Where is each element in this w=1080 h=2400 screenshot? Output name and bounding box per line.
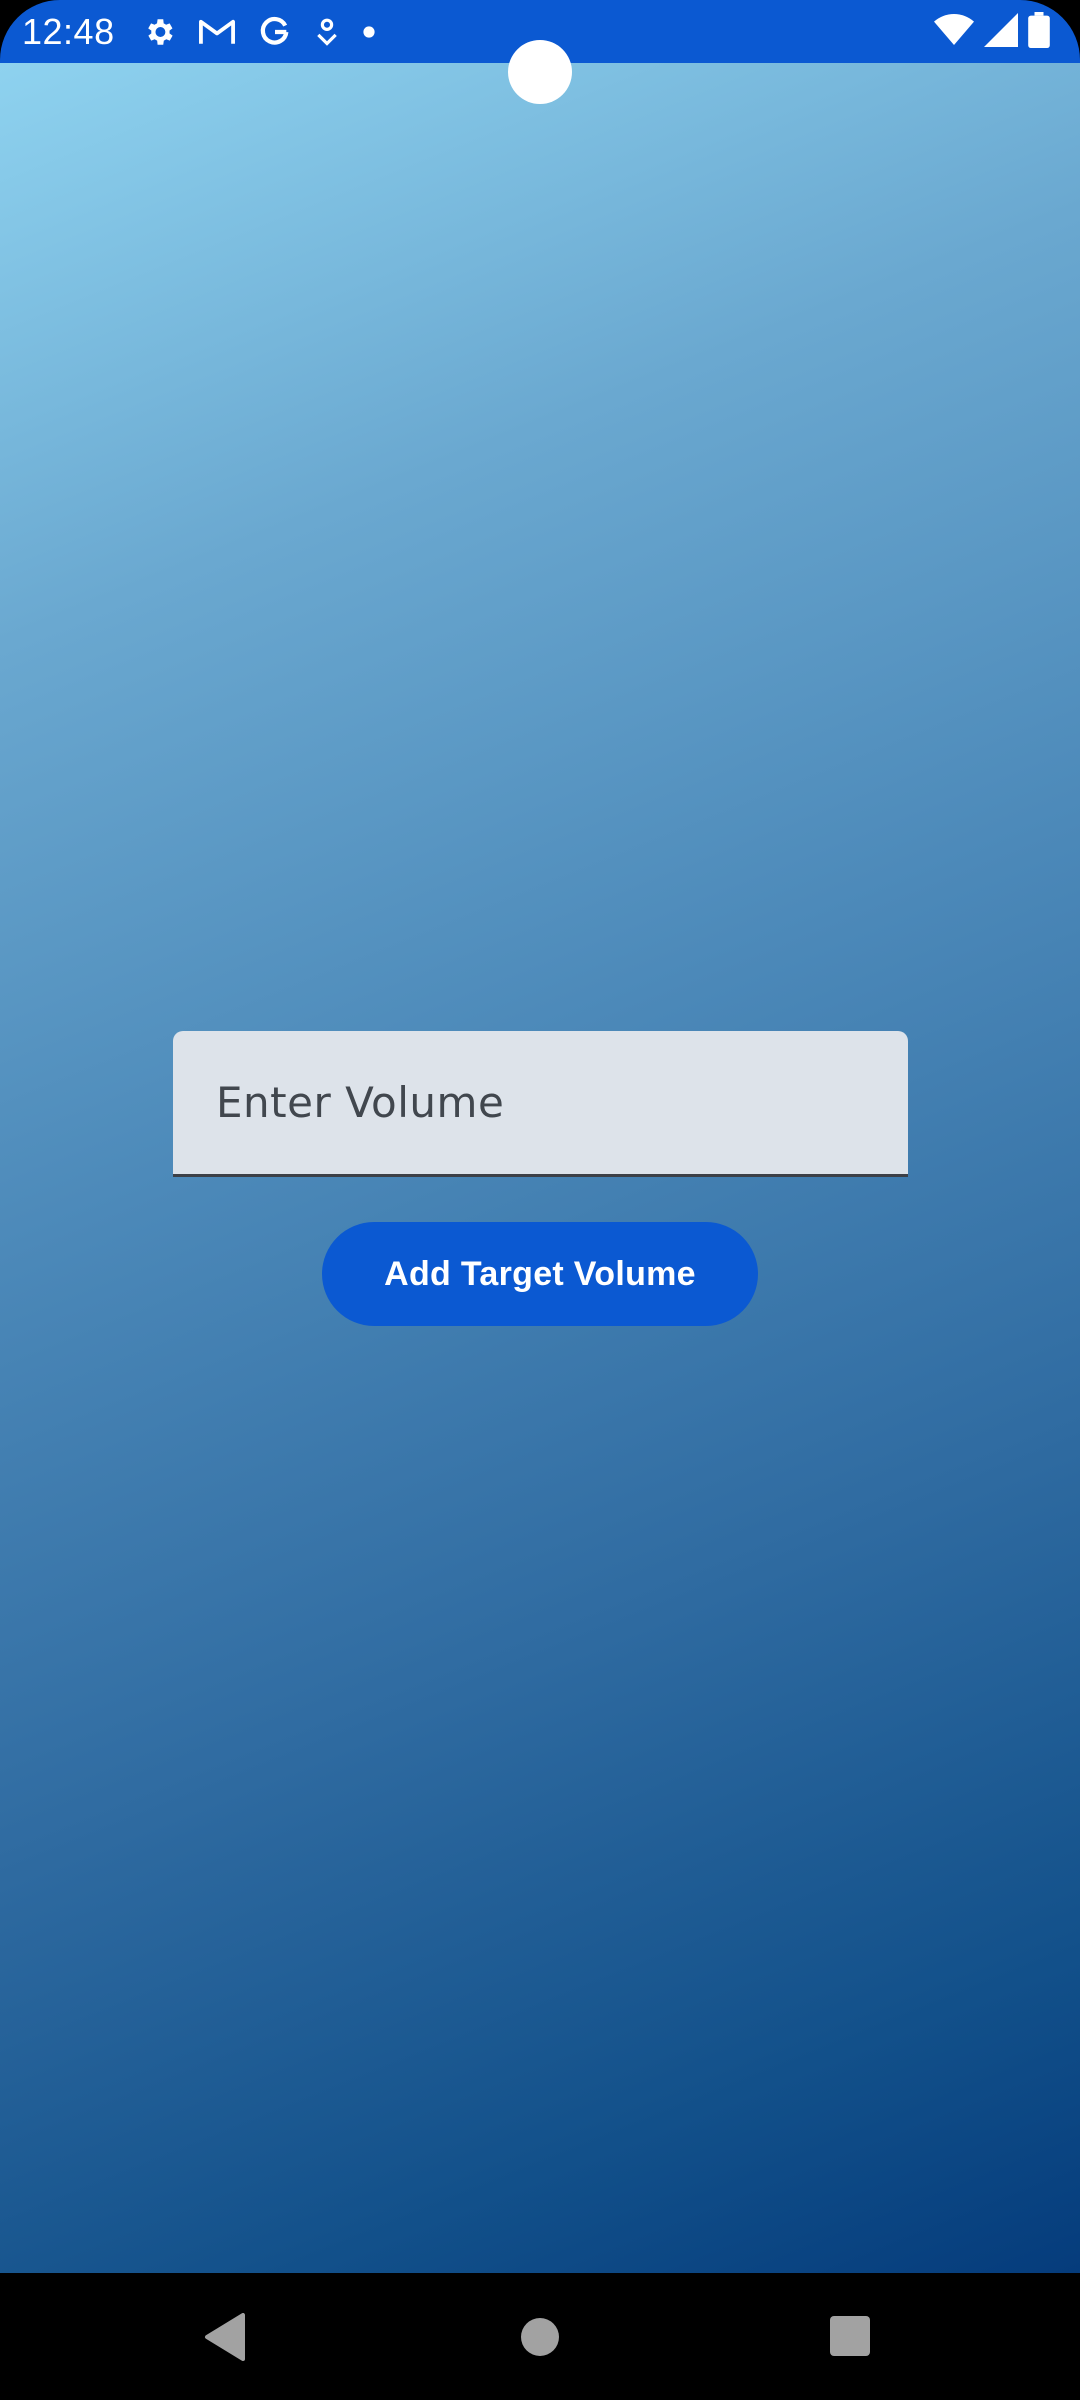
phone-screen: 12:48 Enter Volume Add Target Volume — [0, 0, 1080, 2400]
settings-icon — [142, 15, 176, 49]
recents-icon[interactable] — [830, 2316, 870, 2356]
location-pin-icon — [314, 16, 340, 48]
wifi-icon — [934, 13, 974, 52]
home-icon[interactable] — [521, 2318, 559, 2356]
gmail-icon — [198, 17, 236, 47]
back-icon[interactable] — [203, 2313, 247, 2366]
navigation-bar — [0, 2273, 1080, 2400]
signal-icon — [984, 12, 1018, 52]
camera-cutout — [508, 40, 572, 104]
status-icons-right — [934, 11, 1050, 53]
battery-icon — [1028, 11, 1050, 53]
google-icon — [258, 15, 292, 49]
volume-input[interactable] — [173, 1031, 908, 1174]
status-icons-left — [142, 12, 376, 52]
app-content: Add Target Volume — [0, 63, 1080, 2273]
notification-dot-icon — [362, 25, 376, 39]
status-time: 12:48 — [22, 11, 115, 52]
volume-field[interactable] — [173, 1031, 908, 1177]
add-target-volume-button[interactable]: Add Target Volume — [322, 1222, 758, 1326]
